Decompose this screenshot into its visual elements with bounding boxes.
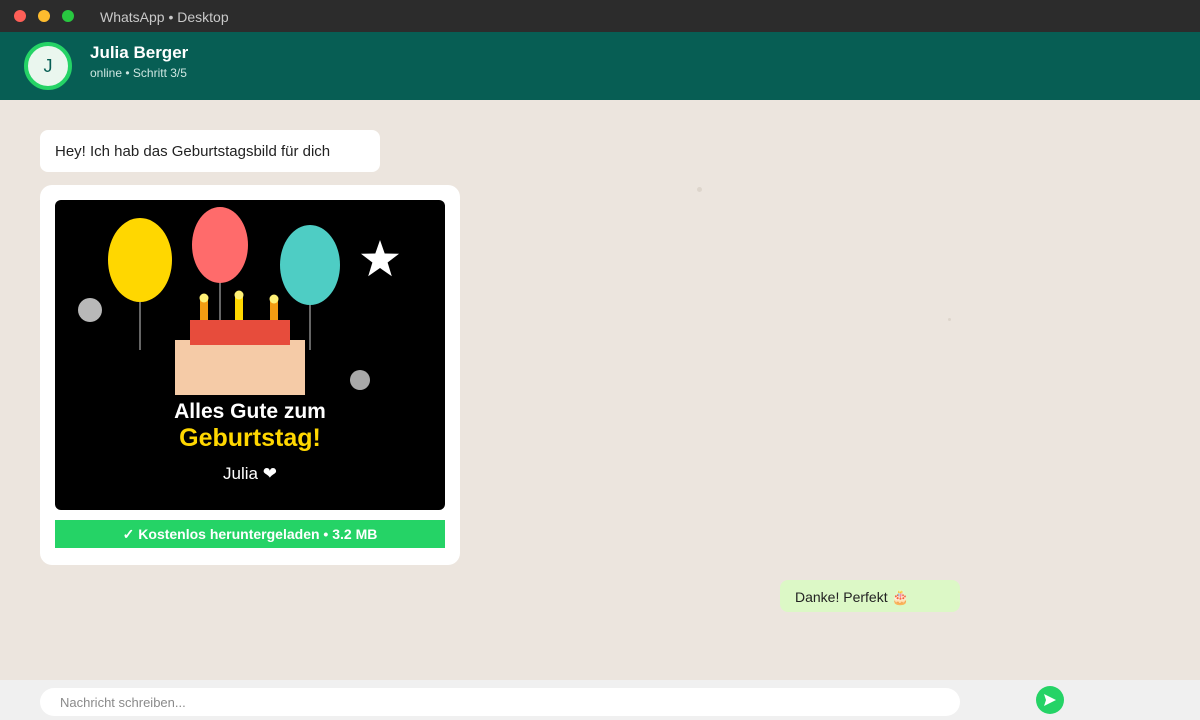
background-speck <box>948 318 951 321</box>
candle <box>200 300 208 320</box>
candle-flame <box>199 293 209 303</box>
maximize-window-button[interactable] <box>62 10 74 22</box>
candle <box>235 297 243 320</box>
download-status-bar[interactable]: ✓ Kostenlos heruntergeladen • 3.2 MB <box>55 520 445 548</box>
window-title: WhatsApp • Desktop <box>100 9 229 25</box>
send-icon <box>1044 694 1056 706</box>
star-icon <box>361 240 399 277</box>
close-window-button[interactable] <box>14 10 26 22</box>
minimize-window-button[interactable] <box>38 10 50 22</box>
background-speck <box>697 187 702 192</box>
message-text: Danke! Perfekt 🎂 <box>795 589 909 605</box>
candle-flame <box>269 294 279 304</box>
outgoing-message-bubble: Danke! Perfekt 🎂 <box>780 580 960 612</box>
birthday-card-image[interactable]: Alles Gute zum Geburtstag! Julia ❤ <box>55 200 445 510</box>
incoming-image-bubble: Alles Gute zum Geburtstag! Julia ❤ ✓ Kos… <box>40 185 460 565</box>
cake-top-layer <box>190 320 290 345</box>
message-input[interactable] <box>40 688 960 716</box>
avatar[interactable]: J <box>24 42 72 90</box>
candle-flame <box>234 290 244 300</box>
incoming-message-bubble: Hey! Ich hab das Geburtstagsbild für dic… <box>40 130 380 172</box>
title-bar: WhatsApp • Desktop <box>0 0 1200 32</box>
decoration-dot <box>78 298 102 322</box>
message-text: Hey! Ich hab das Geburtstagsbild für dic… <box>55 143 331 160</box>
decoration-dot <box>350 370 370 390</box>
send-button[interactable] <box>1036 686 1064 714</box>
cake-base <box>175 340 305 395</box>
card-signature: Julia ❤ <box>223 464 277 483</box>
contact-name[interactable]: Julia Berger <box>90 43 188 63</box>
card-greeting-line2: Geburtstag! <box>179 424 321 452</box>
yellow-balloon <box>108 218 172 302</box>
card-greeting-line1: Alles Gute zum <box>174 400 326 423</box>
candle <box>270 301 278 320</box>
contact-status: online • Schritt 3/5 <box>90 66 187 80</box>
red-balloon <box>192 207 248 283</box>
composer-bar <box>0 680 1200 720</box>
teal-balloon <box>280 225 340 305</box>
chat-header: J Julia Berger online • Schritt 3/5 <box>0 32 1200 100</box>
